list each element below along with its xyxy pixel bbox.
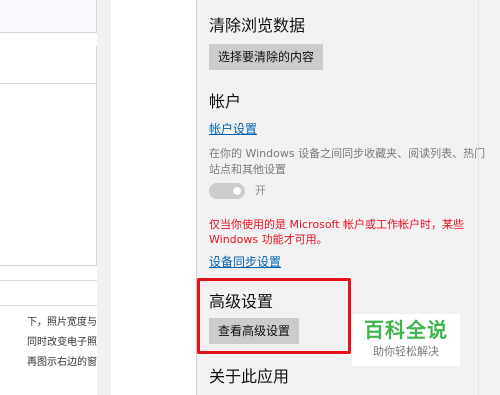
account-warning-text: 仅当你使用的是 Microsoft 帐户或工作帐户时，某些 Windows 功能…	[209, 218, 465, 246]
sync-toggle-label: 开	[255, 184, 266, 197]
page-panel-top	[0, 0, 97, 33]
about-app-heading: 关于此应用	[209, 367, 290, 386]
page-text-line: 下，照片宽度与	[27, 317, 97, 328]
watermark-subtitle: 助你轻松解决	[373, 345, 439, 358]
clear-browsing-data-heading: 清除浏览数据	[209, 16, 306, 35]
toggle-knob	[233, 187, 241, 195]
highlight-box	[197, 278, 351, 354]
account-heading: 帐户	[209, 92, 242, 111]
page-gutter	[97, 0, 111, 395]
account-settings-link[interactable]: 帐户设置	[209, 120, 257, 137]
pane-scroll-edge[interactable]	[478, 0, 500, 395]
sync-description: 在你的 Windows 设备之间同步收藏夹、阅读列表、热门站点和其他设置	[209, 147, 486, 176]
page-divider	[0, 83, 97, 84]
page-divider	[0, 280, 97, 281]
watermark-logo: 百科全说 助你轻松解决	[352, 314, 460, 366]
watermark-title: 百科全说	[364, 318, 448, 342]
page-text-line: 再图示右边的窗	[27, 357, 97, 368]
page-panel-middle	[0, 46, 97, 266]
choose-what-to-clear-button[interactable]: 选择要清除的内容	[209, 44, 324, 70]
sync-toggle[interactable]	[209, 183, 245, 199]
page-text-line: 同时改变电子照	[27, 337, 97, 348]
page-divider	[0, 305, 97, 306]
device-sync-settings-link[interactable]: 设备同步设置	[209, 253, 281, 270]
